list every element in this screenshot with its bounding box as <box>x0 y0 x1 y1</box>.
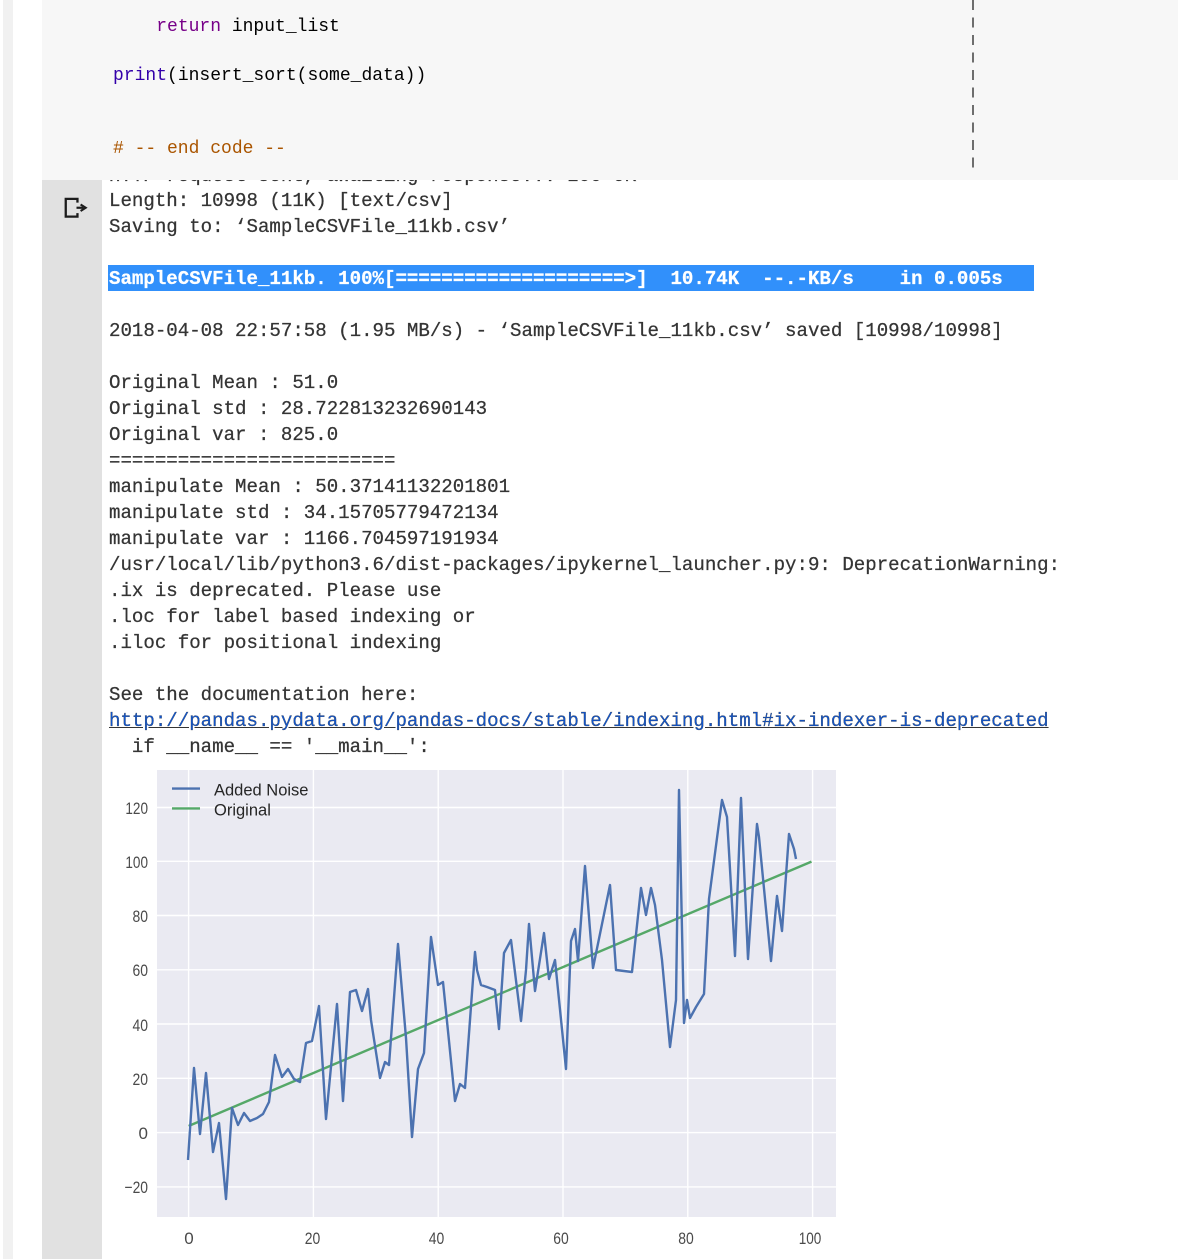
svg-text:60: 60 <box>133 961 149 980</box>
svg-text:Original: Original <box>214 801 271 819</box>
svg-text:40: 40 <box>133 1016 149 1035</box>
svg-text:Added Noise: Added Noise <box>214 782 308 800</box>
svg-text:0: 0 <box>184 1229 193 1248</box>
svg-text:20: 20 <box>133 1070 149 1089</box>
svg-text:0: 0 <box>139 1124 148 1143</box>
svg-text:80: 80 <box>133 907 149 926</box>
svg-text:60: 60 <box>553 1229 569 1248</box>
svg-text:40: 40 <box>429 1229 445 1248</box>
svg-text:−20: −20 <box>125 1178 149 1197</box>
svg-text:80: 80 <box>678 1229 694 1248</box>
svg-text:20: 20 <box>305 1229 321 1248</box>
svg-text:100: 100 <box>125 853 148 872</box>
svg-text:100: 100 <box>799 1229 822 1248</box>
svg-text:120: 120 <box>125 799 148 818</box>
